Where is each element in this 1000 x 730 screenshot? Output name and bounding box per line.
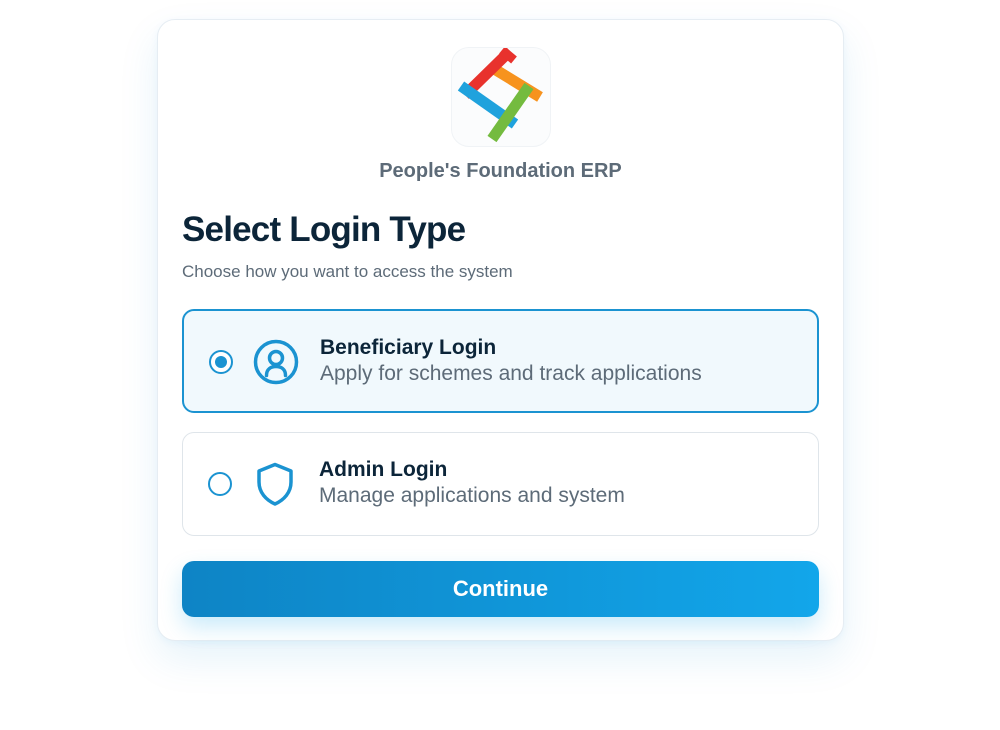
beneficiary-login-option[interactable]: Beneficiary Login Apply for schemes and …: [182, 309, 819, 413]
page-title: Select Login Type: [182, 210, 466, 249]
shield-icon: [257, 462, 293, 506]
admin-login-description: Manage applications and system: [319, 484, 625, 507]
pinwheel-logo-icon: [457, 48, 543, 143]
page-subtitle: Choose how you want to access the system: [182, 262, 513, 281]
beneficiary-login-description: Apply for schemes and track applications: [320, 362, 702, 385]
logo-container: [451, 47, 551, 147]
admin-login-option[interactable]: Admin Login Manage applications and syst…: [182, 432, 819, 536]
admin-radio[interactable]: [208, 472, 232, 496]
brand-name: People's Foundation ERP: [379, 160, 622, 182]
admin-login-title: Admin Login: [319, 458, 448, 481]
login-type-card: People's Foundation ERP Select Login Typ…: [157, 19, 844, 641]
continue-button[interactable]: Continue: [182, 561, 819, 617]
beneficiary-radio[interactable]: [209, 350, 233, 374]
user-circle-icon: [253, 339, 299, 385]
beneficiary-login-title: Beneficiary Login: [320, 336, 497, 359]
